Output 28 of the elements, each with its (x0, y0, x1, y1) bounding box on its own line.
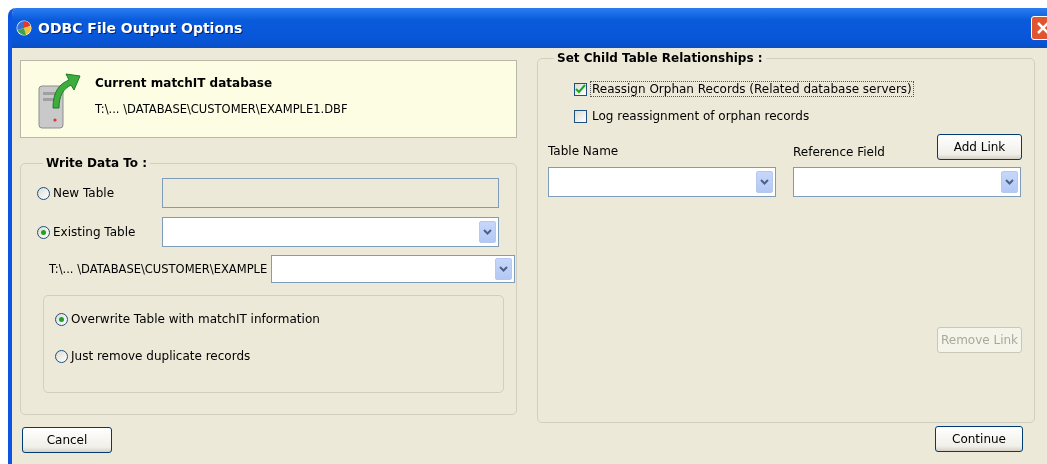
checkbox[interactable] (574, 109, 587, 123)
database-path: T:\... \DATABASE\CUSTOMER\EXAMPLE1.DBF (95, 102, 348, 116)
radio-label: Existing Table (53, 225, 136, 239)
window-title: ODBC File Output Options (38, 20, 243, 36)
field-label: Table Name (548, 144, 620, 158)
add-link-button[interactable]: Add Link (937, 134, 1022, 160)
folder-path: T:\... \DATABASE\CUSTOMER\EXAMPLE (49, 262, 268, 276)
radio-button[interactable] (55, 349, 68, 363)
radio-label: New Table (53, 186, 115, 200)
checkbox-label: Reassign Orphan Records (Related database servers) (590, 81, 914, 97)
file-dropdown[interactable] (271, 255, 515, 283)
radio-button[interactable] (37, 225, 50, 239)
cancel-button[interactable]: Cancel (22, 427, 112, 453)
group-title: Write Data To : (45, 156, 148, 170)
checkbox-label: Log reassignment of orphan records (591, 108, 811, 124)
app-icon (16, 20, 32, 36)
field-label: Reference Field (793, 145, 886, 159)
close-icon[interactable] (1036, 21, 1047, 35)
checkbox[interactable] (574, 82, 587, 96)
table-dropdown[interactable] (162, 217, 499, 247)
reference-field-dropdown[interactable] (793, 167, 1021, 197)
radio-button[interactable] (55, 312, 68, 326)
radio-label: Just remove duplicate records (71, 349, 251, 363)
radio-label: Overwrite Table with matchIT information (71, 312, 320, 326)
database-heading: Current matchIT database (95, 76, 274, 90)
continue-button[interactable]: Continue (935, 426, 1023, 452)
group-title: Set Child Table Relationships : (556, 51, 764, 65)
table-name-dropdown[interactable] (548, 167, 776, 197)
